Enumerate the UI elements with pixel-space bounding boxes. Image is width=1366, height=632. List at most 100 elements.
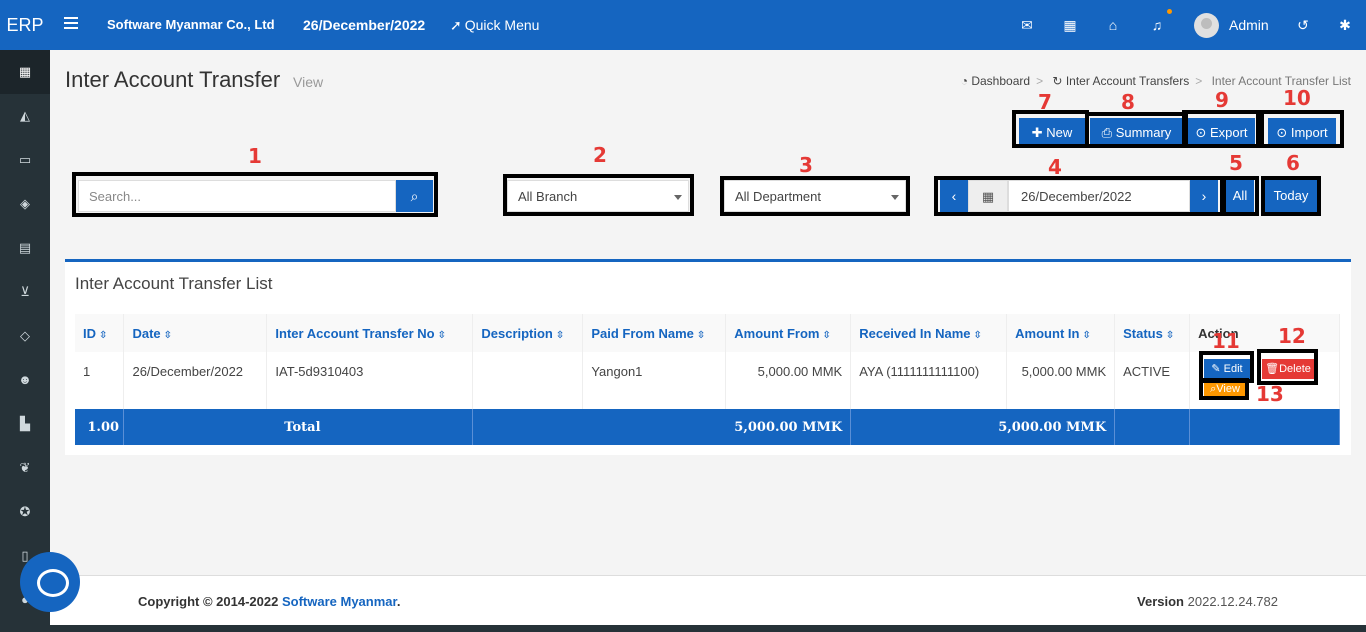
header-date: 26/December/2022 <box>303 17 426 33</box>
footer: Copyright © 2014-2022 Software Myanmar. … <box>50 575 1366 625</box>
column-header-id[interactable]: ID ⇳ <box>75 314 125 352</box>
sort-icon: ⇳ <box>1165 329 1175 341</box>
credit-card-icon[interactable]: ▭ <box>0 138 50 182</box>
clipboard-icon[interactable]: ▤ <box>0 226 50 270</box>
cell-received-in: AYA (1111111111100) <box>850 352 1008 409</box>
sort-icon: ⇳ <box>99 329 108 341</box>
column-header-transfer-no[interactable]: Inter Account Transfer No ⇳ <box>266 314 474 352</box>
company-link[interactable]: Software Myanmar <box>282 594 397 609</box>
annotation-frame-12 <box>1257 349 1318 385</box>
total-empty-action <box>1189 409 1340 445</box>
column-header-description[interactable]: Description ⇳ <box>472 314 584 352</box>
column-label: Inter Account Transfer No <box>275 325 435 341</box>
version: Version 2022.12.24.782 <box>1137 594 1278 609</box>
column-header-status[interactable]: Status ⇳ <box>1114 314 1191 352</box>
annotation-frame-5 <box>1222 176 1259 216</box>
leaf-icon[interactable]: ❦ <box>0 446 50 490</box>
gear-icon[interactable]: ✱ <box>1337 17 1353 33</box>
cell-transfer-no: IAT-5d9310403 <box>266 352 474 409</box>
annotation-frame-3 <box>720 176 910 216</box>
avatar[interactable] <box>1194 13 1219 38</box>
annotation-6: 6 <box>1286 151 1300 175</box>
column-label: Amount In <box>1015 325 1080 341</box>
annotation-4: 4 <box>1048 155 1062 179</box>
column-header-date[interactable]: Date ⇳ <box>123 314 268 352</box>
sort-icon: ⇳ <box>973 329 982 341</box>
column-label: Description <box>481 325 553 341</box>
column-header-paid-from[interactable]: Paid From Name ⇳ <box>582 314 727 352</box>
cell-date: 26/December/2022 <box>123 352 268 409</box>
column-label: ID <box>83 325 96 341</box>
sort-icon: ⇳ <box>696 329 706 341</box>
users-icon[interactable]: ☻ <box>0 358 50 402</box>
diamond-icon[interactable]: ◇ <box>0 314 50 358</box>
area-chart-icon[interactable]: ◭ <box>0 94 50 138</box>
total-row: 1.00 Total 5,000.00 MMK 5,000.00 MMK <box>75 409 1340 445</box>
annotation-12: 12 <box>1278 324 1306 348</box>
total-amount-from: 5,000.00 MMK <box>472 409 852 445</box>
total-label: Total <box>123 409 474 445</box>
annotation-frame-10 <box>1260 110 1344 148</box>
transfer-list-card: Inter Account Transfer List ID ⇳ Date ⇳ In… <box>65 259 1351 455</box>
breadcrumb-transfers[interactable]: Inter Account Transfers <box>1066 74 1189 88</box>
annotation-frame-9 <box>1182 110 1260 148</box>
annotation-frame-1 <box>72 172 438 217</box>
page-title: Inter Account Transfer <box>65 67 281 92</box>
cell-id: 1 <box>75 352 125 409</box>
column-header-received-in[interactable]: Received In Name ⇳ <box>850 314 1008 352</box>
annotation-13: 13 <box>1256 382 1284 406</box>
chat-icon[interactable]: ✉ <box>1019 17 1035 33</box>
user-name[interactable]: Admin <box>1229 0 1269 50</box>
annotation-10: 10 <box>1283 86 1311 110</box>
annotation-3: 3 <box>799 153 813 177</box>
copyright-text: Copyright © 2014-2022 <box>138 594 279 609</box>
chat-widget-button[interactable] <box>20 552 80 612</box>
annotation-1: 1 <box>248 144 262 168</box>
annotation-9: 9 <box>1215 88 1229 112</box>
notification-dot <box>1167 9 1172 14</box>
menu-toggle-icon[interactable] <box>64 17 78 33</box>
factory-icon[interactable]: ▙ <box>0 402 50 446</box>
top-navbar: ERP Software Myanmar Co., Ltd 26/Decembe… <box>0 0 1366 50</box>
column-label: Status <box>1123 325 1163 341</box>
quick-menu-label: Quick Menu <box>464 17 540 33</box>
annotation-frame-6 <box>1261 176 1321 216</box>
annotation-frame-2 <box>503 174 694 216</box>
bell-icon[interactable]: ♫ <box>1149 17 1165 33</box>
cell-amount-in: 5,000.00 MMK <box>1006 352 1116 409</box>
table-header-row: ID ⇳ Date ⇳ Inter Account Transfer No ⇳ Des… <box>75 314 1340 352</box>
annotation-11: 11 <box>1212 329 1240 353</box>
brand-logo[interactable]: ERP <box>0 0 50 50</box>
calculator-icon[interactable]: ▦ <box>0 50 50 94</box>
quick-menu-link[interactable]: ➚ Quick Menu <box>450 0 539 50</box>
column-label: Paid From Name <box>591 325 694 341</box>
rocket-icon: ➚ <box>450 17 462 33</box>
page-subtitle: View <box>293 74 324 90</box>
total-count: 1.00 <box>75 409 125 445</box>
main-content: Inter Account Transfer View ◔ Dashboard >… <box>50 50 1366 575</box>
annotation-2: 2 <box>593 143 607 167</box>
column-header-amount-from[interactable]: Amount From ⇳ <box>725 314 852 352</box>
cart-icon[interactable]: ⊻ <box>0 270 50 314</box>
column-label: Received In Name <box>859 325 971 341</box>
dashboard-icon: ◔ <box>960 74 968 88</box>
building-icon[interactable]: ▦ <box>1062 17 1078 33</box>
sort-icon: ⇳ <box>437 329 446 341</box>
column-label: Date <box>132 325 161 341</box>
breadcrumb-dashboard[interactable]: Dashboard <box>971 74 1030 88</box>
cube-icon[interactable]: ◈ <box>0 182 50 226</box>
refresh-icon: ↻ <box>1052 74 1063 88</box>
cell-amount-from: 5,000.00 MMK <box>725 352 852 409</box>
soccer-ball-icon[interactable]: ✪ <box>0 490 50 534</box>
sort-icon: ⇳ <box>555 329 565 341</box>
cell-status: ACTIVE <box>1114 352 1191 409</box>
annotation-frame-8 <box>1085 112 1188 148</box>
column-header-amount-in[interactable]: Amount In ⇳ <box>1006 314 1116 352</box>
annotation-frame-4 <box>934 176 1224 216</box>
total-empty-status <box>1114 409 1191 445</box>
history-icon[interactable]: ↺ <box>1295 17 1311 33</box>
cell-description <box>472 352 584 409</box>
home-icon[interactable]: ⌂ <box>1105 17 1121 33</box>
version-number: 2022.12.24.782 <box>1187 594 1278 609</box>
sort-icon: ⇳ <box>822 329 831 341</box>
